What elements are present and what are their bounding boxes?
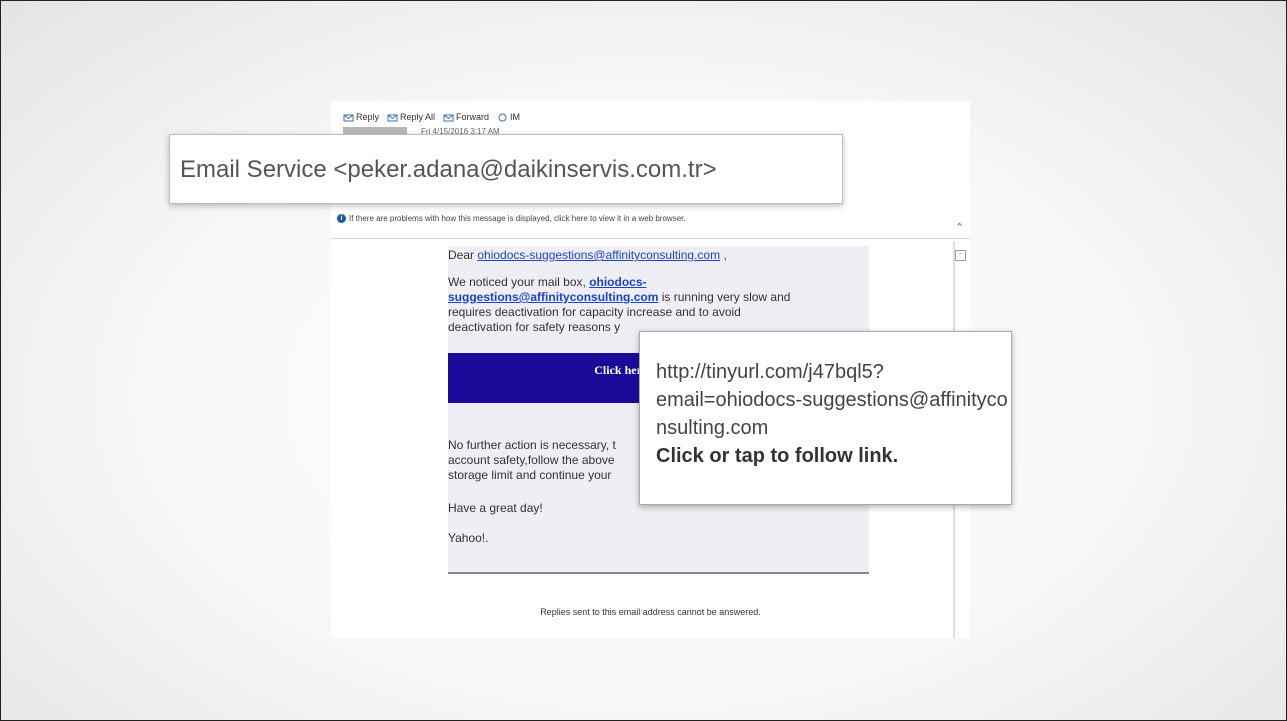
- p1-line-3: requires deactivation for capacity incre…: [448, 305, 741, 319]
- p2-line-2: account safety,follow the above: [448, 453, 615, 467]
- signature-text: Yahoo!.: [448, 531, 489, 545]
- tooltip-url-line-3: nsulting.com: [656, 417, 769, 439]
- p1-prefix: We noticed your mail box,: [448, 275, 590, 289]
- link-hover-tooltip: http://tinyurl.com/j47bql5? email=ohiodo…: [639, 331, 1012, 505]
- reply-all-icon: [387, 114, 398, 121]
- greeting-suffix: ,: [720, 248, 727, 262]
- greeting-prefix: Dear: [448, 248, 478, 262]
- reply-button[interactable]: Reply: [343, 109, 379, 125]
- tooltip-follow-hint: Click or tap to follow link.: [656, 445, 899, 467]
- im-icon: [498, 113, 507, 121]
- info-bar-text: If there are problems with how this mess…: [349, 214, 686, 223]
- forward-button[interactable]: Forward: [443, 109, 489, 125]
- slide: Reply Reply All Forward IM Fri 4/15/2016…: [0, 0, 1287, 721]
- p1-mailbox-link-part1[interactable]: ohiodocs-: [589, 275, 646, 289]
- tooltip-url-line-2: email=ohiodocs-suggestions@affinityco: [656, 389, 1008, 411]
- sender-address-callout: Email Service <peker.adana@daikinservis.…: [169, 134, 843, 204]
- footer-note: Replies sent to this email address canno…: [540, 607, 761, 617]
- collapse-icon[interactable]: -: [955, 250, 966, 261]
- p1-mailbox-link-part2[interactable]: suggestions@affinityconsulting.com: [448, 290, 658, 304]
- forward-label: Forward: [456, 112, 490, 122]
- reply-all-label: Reply All: [400, 112, 436, 122]
- im-label: IM: [510, 112, 521, 122]
- paragraph-2: No further action is necessary, t accoun…: [448, 438, 616, 483]
- paragraph-1: We noticed your mail box, ohiodocs- sugg…: [448, 275, 790, 335]
- p1-after-link: is running very slow and: [658, 290, 791, 304]
- chevron-up-icon[interactable]: ⌃: [955, 221, 964, 234]
- closing-text: Have a great day!: [448, 501, 543, 515]
- info-bar[interactable]: i If there are problems with how this me…: [337, 214, 686, 223]
- greeting-email-link[interactable]: ohiodocs-suggestions@affinityconsulting.…: [477, 248, 720, 262]
- p2-line-1: No further action is necessary, t: [448, 438, 616, 452]
- reply-all-button[interactable]: Reply All: [387, 109, 435, 125]
- reply-label: Reply: [356, 112, 380, 122]
- message-toolbar: Reply Reply All Forward IM: [343, 109, 520, 125]
- reply-icon: [343, 114, 354, 121]
- im-button[interactable]: IM: [497, 109, 520, 125]
- body-bottom-rule: [448, 572, 869, 574]
- greeting: Dear ohiodocs-suggestions@affinityconsul…: [448, 248, 727, 263]
- forward-icon: [443, 114, 454, 121]
- info-icon: i: [337, 214, 346, 223]
- header-divider: [331, 238, 970, 239]
- tooltip-url-line-1: http://tinyurl.com/j47bql5?: [656, 361, 884, 383]
- p2-line-3: storage limit and continue your: [448, 468, 612, 482]
